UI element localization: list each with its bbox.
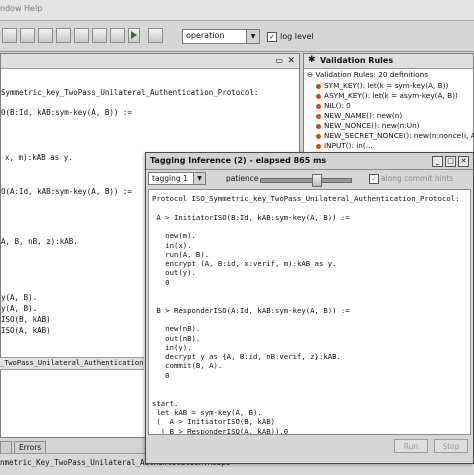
toolbar-button-1[interactable]: [2, 28, 17, 43]
tagging-code-line: encrypt (A, B:id, x:verif, m):kAB as y.: [152, 259, 337, 269]
tagging-code-line: out(nB).: [152, 333, 201, 343]
rule-icon: [316, 83, 321, 89]
validation-panel: ✱ Validation Rules ⊖ Validation Rules: 2…: [303, 53, 474, 153]
editor-file-tab[interactable]: _TwoPass_Unilateral_Authentication.RoSpi: [0, 357, 169, 370]
tagging-inference-dialog: Tagging Inference (2) - elapsed 865 ms _…: [145, 152, 474, 464]
validation-panel-title: Validation Rules: [320, 56, 394, 65]
chevron-down-icon: ▼: [193, 173, 205, 184]
rule-icon: [316, 113, 321, 119]
toolbar-button-4[interactable]: [56, 28, 71, 43]
minimize-icon[interactable]: _: [432, 156, 443, 167]
log-level-checkbox[interactable]: ✓: [267, 32, 277, 42]
rule-item[interactable]: NEW_NONCE(): new(n:Un): [316, 121, 420, 130]
tagging-code-line: B > ResponderISO(A:Id, kAB:sym-key(A, B)…: [152, 305, 350, 315]
run-icon: [131, 31, 137, 39]
collapse-icon[interactable]: ⊖: [307, 70, 313, 79]
tagging-code-line: out(y).: [152, 268, 196, 278]
toolbar-button-6[interactable]: [92, 28, 107, 43]
tagging-code-line: in(x).: [152, 240, 192, 250]
code-line: O(B:Id, kAB:sym-key(A, B)) :=: [1, 108, 132, 117]
stop-button[interactable]: Stop: [434, 439, 468, 453]
editor-panel-header: ✕ ▭: [1, 54, 299, 69]
patience-slider[interactable]: [260, 174, 352, 187]
rule-label: NIL(): 0: [324, 101, 351, 110]
code-line: y(A, B).: [1, 293, 38, 302]
rule-icon: [316, 143, 321, 149]
run-dropdown-button[interactable]: [128, 28, 140, 43]
log-level-label: log level: [280, 32, 314, 41]
code-line: ISO(A, kAB): [1, 326, 51, 335]
mode-select-value: operation: [186, 31, 225, 40]
tagging-code-area[interactable]: Protocol ISO_Symmetric_key_TwoPass_Unila…: [148, 189, 471, 435]
toolbar-button-3[interactable]: [38, 28, 53, 43]
rule-item[interactable]: NEW_NAME(): new(n): [316, 111, 402, 120]
validation-panel-header: ✱ Validation Rules: [304, 54, 473, 69]
rule-item[interactable]: NIL(): 0: [316, 101, 351, 110]
tagging-code-line: ( A > InitiatorISO(B, kAB): [152, 417, 276, 427]
rule-item[interactable]: NEW_SECRET_NONCE(): new(n:nonce(i, A, B: [316, 131, 474, 140]
rule-label: NEW_NAME(): new(n): [324, 111, 403, 120]
tagging-code-line: let kAB = sym-key(A, B).: [152, 407, 262, 417]
rule-icon: [316, 133, 321, 139]
code-line: y(A, B).: [1, 304, 38, 313]
toolbar-button-2[interactable]: [20, 28, 35, 43]
tagging-code-line: 0: [152, 277, 170, 287]
toolbar-button-9[interactable]: [148, 28, 163, 43]
maximize-icon[interactable]: □: [445, 156, 456, 167]
code-line: A, B, nB, z):kAB.: [1, 237, 78, 246]
dialog-title: Tagging Inference (2) - elapsed 865 ms: [150, 156, 327, 165]
menubar: ndow Help: [0, 0, 474, 21]
tagging-code-line: decrypt y as {A, B:id, nB:verif, z}:kAB.: [152, 352, 341, 362]
tagging-select[interactable]: tagging 1 ▼: [148, 172, 206, 185]
patience-label: patience: [226, 174, 259, 183]
rule-item[interactable]: SYM_KEY(): let(k = sym-key(A, B)): [316, 81, 448, 90]
tab-errors[interactable]: Errors: [14, 441, 47, 453]
close-icon[interactable]: ✕: [287, 56, 295, 66]
toolbar-button-7[interactable]: [110, 28, 125, 43]
rule-item[interactable]: ASYM_KEY(): let(k = asym-key(A, B)): [316, 91, 458, 100]
rule-item[interactable]: INPUT(): in(...: [316, 141, 373, 150]
tab-console[interactable]: [0, 441, 12, 453]
tagging-code-line: in(y).: [152, 342, 192, 352]
rule-label: INPUT(): in(...: [324, 141, 373, 150]
tagging-code-line: start.: [152, 398, 179, 408]
rule-icon: [316, 93, 321, 99]
validation-summary-text: Validation Rules: 20 definitions: [315, 70, 429, 79]
mode-select[interactable]: operation ▼: [182, 29, 260, 44]
tagging-select-value: tagging 1: [152, 174, 188, 183]
commit-hints-label: along commit hints: [381, 174, 454, 183]
rule-label: SYM_KEY(): let(k = sym-key(A, B)): [324, 81, 449, 90]
tagging-code-line: new(nB).: [152, 324, 201, 334]
maximize-icon[interactable]: ▭: [275, 56, 283, 65]
dialog-titlebar[interactable]: Tagging Inference (2) - elapsed 865 ms _…: [146, 153, 473, 170]
commit-hints-checkbox[interactable]: ✓: [369, 174, 379, 184]
rule-label: ASYM_KEY(): let(k = asym-key(A, B)): [324, 91, 458, 100]
validation-summary[interactable]: ⊖ Validation Rules: 20 definitions: [307, 70, 428, 79]
code-line: x, m):kAB as y.: [5, 153, 73, 162]
menu-window[interactable]: ndow: [0, 4, 22, 13]
code-line: O(A:Id, kAB:sym-key(A, B)) :=: [1, 187, 132, 196]
patience-slider-thumb[interactable]: [311, 174, 322, 187]
run-button[interactable]: Run: [394, 439, 428, 453]
tagging-code-line: commit(B, A).: [152, 361, 223, 371]
editor-file-name: _TwoPass_Unilateral_Authentication.RoSpi: [0, 359, 169, 367]
tagging-code-line: Protocol ISO_Symmetric_key_TwoPass_Unila…: [152, 194, 460, 203]
toolbar-button-5[interactable]: [74, 28, 89, 43]
close-icon[interactable]: ✕: [458, 156, 469, 167]
chevron-down-icon: ▼: [246, 30, 259, 43]
tagging-code-line: A > InitiatorISO(B:Id, kAB:sym-key(A, B)…: [152, 212, 350, 222]
validation-icon: ✱: [308, 55, 316, 65]
code-line: Symmetric_key_TwoPass_Unilateral_Authent…: [1, 88, 259, 97]
menu-help[interactable]: Help: [24, 4, 42, 13]
tagging-code-line: run(A, B).: [152, 249, 210, 259]
rule-icon: [316, 123, 321, 129]
rule-icon: [316, 103, 321, 109]
tagging-code-line: 0: [152, 370, 170, 380]
rule-label: NEW_NONCE(): new(n:Un): [324, 121, 420, 130]
tagging-code-line: | B > ResponderISO(A, kAB)).0: [152, 426, 289, 435]
code-line: ISO(B, kAB): [1, 315, 51, 324]
tagging-code-line: new(m).: [152, 231, 196, 241]
rule-label: NEW_SECRET_NONCE(): new(n:nonce(i, A, B: [324, 131, 474, 140]
